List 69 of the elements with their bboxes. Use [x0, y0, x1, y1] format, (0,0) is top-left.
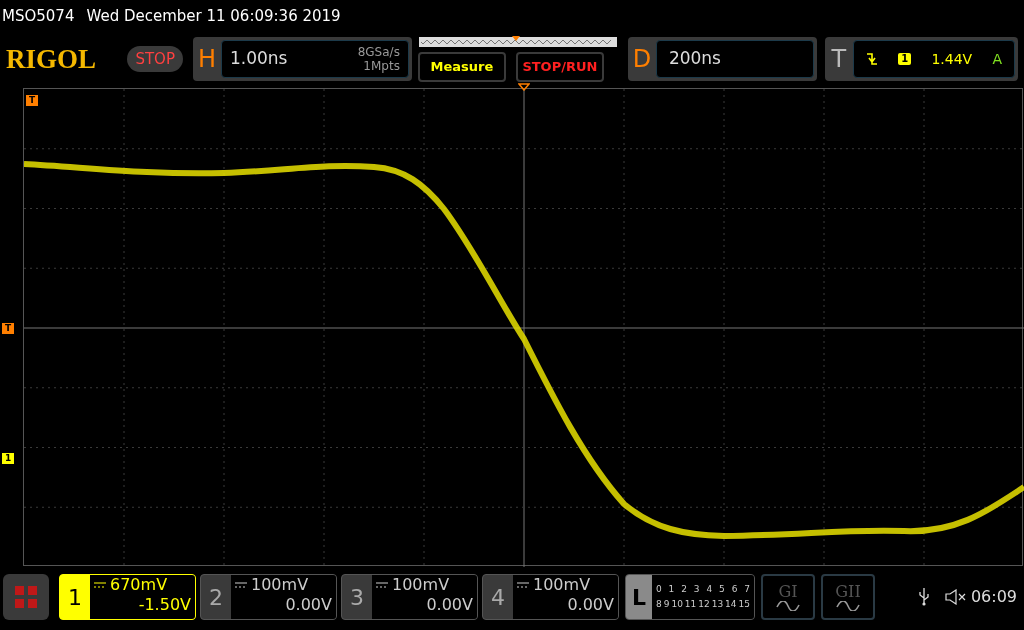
sine-wave-icon	[776, 601, 800, 611]
vertical-offset: 0.00V	[567, 595, 614, 615]
channel-panel[interactable]: 4 100mV 0.00V	[482, 574, 619, 620]
digital-channel-number: 6	[731, 582, 738, 596]
brand-logo: RIGOL	[6, 42, 98, 76]
trigger-position-icon	[518, 83, 530, 91]
trigger-letter: T	[830, 44, 848, 75]
usb-icon	[918, 588, 929, 606]
level-marker: T	[2, 323, 15, 334]
trigger-mode: A	[992, 49, 1002, 69]
vertical-scale: 100mV	[533, 575, 591, 595]
digital-channel-number: 0	[656, 582, 662, 596]
run-state-badge: STOP	[127, 45, 183, 73]
digital-channel-number: 2	[681, 582, 687, 596]
horizontal-letter: H	[196, 44, 217, 75]
sine-wave-icon	[836, 601, 860, 611]
sample-rate: 8GSa/s	[357, 45, 400, 59]
vertical-offset: 0.00V	[426, 595, 473, 615]
trigger-panel[interactable]: T 1 1.44V A	[824, 37, 1018, 81]
digital-channel-number: 14	[725, 598, 737, 611]
trigger-level: 1.44V	[931, 49, 973, 69]
digital-channel-number: 9	[663, 598, 670, 611]
stop-run-button[interactable]: STOP/RUN	[515, 52, 604, 82]
logic-panel[interactable]: L 0 1 2 3 4 5 6 7 8 9 10 11 12 13 14 15	[625, 574, 755, 620]
vertical-scale: 100mV	[251, 575, 309, 595]
model-label: MSO5074	[2, 6, 75, 28]
dc-coupling-icon	[235, 582, 247, 588]
delay-value: 200ns	[668, 47, 721, 71]
channel-panel[interactable]: 2 100mV 0.00V	[200, 574, 337, 620]
digital-channel-number: 5	[719, 582, 725, 596]
channel-number: 3	[349, 583, 365, 612]
channel-panel[interactable]: 3 100mV 0.00V	[341, 574, 478, 620]
dc-coupling-icon	[94, 582, 106, 588]
channel-number: 4	[490, 583, 506, 612]
digital-channel-number: 3	[693, 582, 700, 596]
timebase-value: 1.00ns	[229, 47, 288, 71]
vertical-offset: 0.00V	[285, 595, 332, 615]
memory-depth: 1Mpts	[363, 59, 400, 73]
digital-channel-number: 1	[668, 582, 675, 596]
falling-edge-icon	[865, 52, 878, 66]
date-time: Wed December 11 06:09:36 2019	[86, 6, 341, 28]
digital-channel-number: 8	[656, 598, 662, 611]
digital-channel-number: 4	[706, 582, 713, 596]
vertical-scale: 670mV	[110, 575, 168, 595]
measure-button[interactable]: Measure	[417, 52, 506, 82]
level-marker: 1	[2, 453, 15, 464]
level-marker: T	[26, 95, 39, 106]
grid-icon	[15, 586, 37, 608]
speaker-muted-icon	[944, 589, 967, 605]
digital-channel-number: 13	[711, 598, 724, 611]
channel-panel[interactable]: 1 670mV -1.50V	[59, 574, 196, 620]
delay-letter: D	[631, 44, 653, 75]
channel-number: 1	[67, 583, 83, 612]
digital-channel-number: 10	[671, 598, 683, 611]
dc-coupling-icon	[517, 582, 529, 588]
vertical-scale: 100mV	[392, 575, 450, 595]
digital-channel-number: 7	[744, 582, 750, 596]
delay-panel[interactable]: D 200ns	[627, 37, 817, 81]
logic-letter: L	[626, 575, 652, 619]
dc-coupling-icon	[376, 582, 388, 588]
menu-button[interactable]	[3, 574, 49, 620]
trigger-source: 1	[898, 53, 912, 65]
horizontal-panel[interactable]: H 1.00ns 8GSa/s 1Mpts	[192, 37, 412, 81]
clock-time: 06:09	[970, 586, 1017, 608]
digital-channel-number: 11	[684, 598, 697, 611]
digital-channel-number: 15	[738, 598, 750, 611]
channel-number: 2	[208, 583, 224, 612]
digital-channel-number: 12	[698, 598, 710, 611]
vertical-offset: -1.50V	[138, 595, 191, 615]
